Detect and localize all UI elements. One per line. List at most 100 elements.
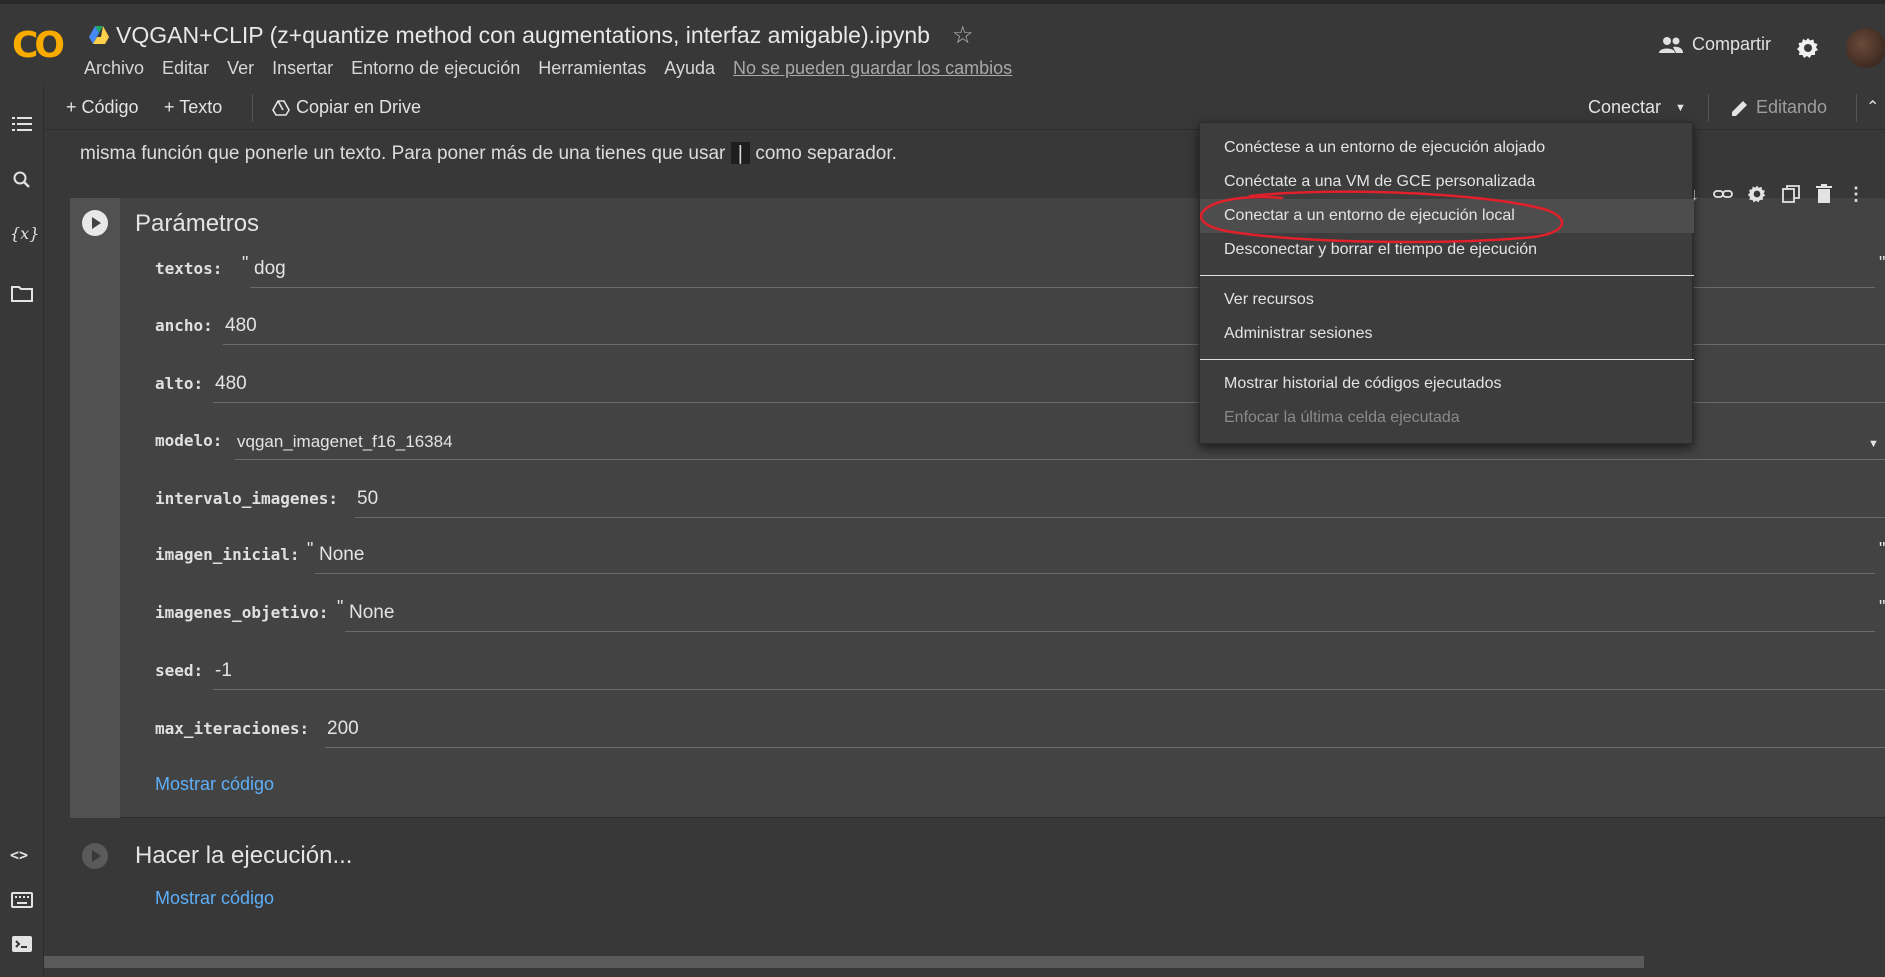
menu-editar[interactable]: Editar bbox=[162, 58, 209, 79]
menu-ver[interactable]: Ver bbox=[227, 58, 254, 79]
string-quote-icon: " bbox=[337, 597, 344, 617]
delete-icon[interactable] bbox=[1815, 184, 1833, 204]
field-label: textos: bbox=[155, 259, 223, 278]
chevron-down-icon[interactable]: ▼ bbox=[1868, 438, 1879, 450]
field-label: modelo: bbox=[155, 431, 223, 450]
colab-logo[interactable]: CO bbox=[12, 28, 66, 64]
text-after-pipe: como separador. bbox=[755, 143, 897, 164]
run-cell-2-button[interactable] bbox=[82, 843, 108, 869]
horizontal-scrollbar[interactable] bbox=[44, 956, 1644, 968]
menu-herramientas[interactable]: Herramientas bbox=[538, 58, 646, 79]
text-before-pipe: misma función que ponerle un texto. Para… bbox=[80, 143, 726, 164]
toolbar-divider-2 bbox=[1708, 94, 1709, 122]
show-code-link[interactable]: Mostrar código bbox=[155, 774, 274, 795]
input-underline bbox=[213, 689, 1885, 690]
imagen-inicial-input[interactable]: None bbox=[319, 544, 364, 566]
editing-mode-button[interactable]: Editando bbox=[1730, 97, 1827, 118]
drive-icon bbox=[89, 26, 109, 44]
user-avatar[interactable] bbox=[1846, 28, 1885, 68]
command-palette-icon[interactable] bbox=[10, 888, 34, 912]
menu-item-view-resources[interactable]: Ver recursos bbox=[1200, 283, 1694, 317]
mirror-cell-icon[interactable] bbox=[1781, 184, 1801, 204]
seed-input[interactable]: -1 bbox=[215, 660, 232, 682]
field-label: seed: bbox=[155, 661, 204, 680]
input-underline bbox=[345, 631, 1875, 632]
settings-gear-icon[interactable] bbox=[1796, 36, 1820, 60]
more-vert-icon[interactable]: ⋮ bbox=[1847, 184, 1865, 205]
star-icon[interactable]: ☆ bbox=[952, 21, 974, 50]
field-imagen-inicial: imagen_inicial: " None " bbox=[155, 534, 1885, 574]
toolbar-divider bbox=[252, 94, 253, 122]
field-label: alto: bbox=[155, 374, 204, 393]
input-underline bbox=[235, 459, 1885, 460]
title-row: VQGAN+CLIP (z+quantize method con augmen… bbox=[88, 20, 974, 50]
pencil-icon bbox=[1732, 100, 1747, 116]
string-quote-icon: " bbox=[1879, 253, 1885, 273]
menu-item-code-history[interactable]: Mostrar historial de códigos ejecutados bbox=[1200, 367, 1694, 401]
cell-gutter bbox=[70, 198, 120, 818]
intervalo-imagenes-input[interactable]: 50 bbox=[357, 488, 378, 510]
menu-bar: Archivo Editar Ver Insertar Entorno de e… bbox=[84, 58, 1030, 79]
string-quote-icon: " bbox=[1879, 539, 1885, 559]
menu-ayuda[interactable]: Ayuda bbox=[664, 58, 715, 79]
connect-dropdown-menu: Conéctese a un entorno de ejecución aloj… bbox=[1199, 122, 1694, 444]
menu-insertar[interactable]: Insertar bbox=[272, 58, 333, 79]
field-label: ancho: bbox=[155, 316, 213, 335]
table-of-contents-icon[interactable] bbox=[10, 112, 34, 136]
field-max-iteraciones: max_iteraciones: 200 bbox=[155, 708, 1885, 748]
menu-item-focus-last-cell: Enfocar la última celda ejecutada bbox=[1224, 409, 1460, 426]
inline-code-pipe: | bbox=[730, 142, 751, 164]
modelo-select[interactable]: vqgan_imagenet_f16_16384 bbox=[237, 432, 453, 452]
menu-archivo[interactable]: Archivo bbox=[84, 58, 144, 79]
top-bar: CO VQGAN+CLIP (z+quantize method con aug… bbox=[0, 0, 1885, 86]
alto-input[interactable]: 480 bbox=[215, 373, 247, 395]
variables-icon[interactable]: {x} bbox=[10, 224, 39, 248]
menu-divider bbox=[1200, 359, 1694, 360]
connect-label: Conectar bbox=[1588, 97, 1662, 117]
search-icon[interactable] bbox=[10, 168, 34, 192]
input-underline bbox=[325, 747, 1885, 748]
copy-to-drive-button[interactable]: Copiar en Drive bbox=[272, 97, 421, 118]
chevron-down-icon: ▼ bbox=[1675, 101, 1686, 114]
imagenes-objetivo-input[interactable]: None bbox=[349, 602, 394, 624]
input-underline bbox=[355, 517, 1885, 518]
notebook-title[interactable]: VQGAN+CLIP (z+quantize method con augmen… bbox=[116, 22, 930, 49]
cell-toolbar: ↓ ⋮ bbox=[1690, 184, 1865, 205]
string-quote-icon: " bbox=[307, 539, 314, 559]
field-label: imagenes_objetivo: bbox=[155, 603, 329, 622]
markdown-text: misma función que ponerle un texto. Para… bbox=[80, 142, 897, 165]
string-quote-icon: " bbox=[242, 253, 249, 273]
field-intervalo-imagenes: intervalo_imagenes: 50 bbox=[155, 478, 1885, 518]
folder-icon[interactable] bbox=[10, 282, 34, 306]
field-label: imagen_inicial: bbox=[155, 545, 300, 564]
collapse-chevron-up-icon[interactable]: ⌃ bbox=[1866, 97, 1879, 117]
run-cell-button[interactable] bbox=[82, 210, 108, 236]
ancho-input[interactable]: 480 bbox=[225, 315, 257, 337]
menu-item-hosted-runtime[interactable]: Conéctese a un entorno de ejecución aloj… bbox=[1200, 131, 1694, 165]
input-underline bbox=[315, 573, 1875, 574]
red-annotation-circle bbox=[1200, 190, 1564, 244]
field-seed: seed: -1 bbox=[155, 650, 1885, 690]
editing-label: Editando bbox=[1756, 97, 1828, 117]
cell-settings-icon[interactable] bbox=[1747, 184, 1767, 204]
max-iteraciones-input[interactable]: 200 bbox=[327, 718, 359, 740]
menu-entorno[interactable]: Entorno de ejecución bbox=[351, 58, 520, 79]
field-label: max_iteraciones: bbox=[155, 719, 310, 738]
terminal-icon[interactable] bbox=[10, 932, 34, 956]
save-warning-link[interactable]: No se pueden guardar los cambios bbox=[733, 58, 1012, 79]
link-icon[interactable] bbox=[1713, 184, 1733, 204]
field-imagenes-objetivo: imagenes_objetivo: " None " bbox=[155, 592, 1885, 632]
drive-outline-icon bbox=[272, 99, 290, 116]
share-button[interactable]: Compartir bbox=[1658, 34, 1771, 55]
menu-divider bbox=[1200, 275, 1694, 276]
cell-title: Parámetros bbox=[135, 210, 260, 237]
textos-input[interactable]: dog bbox=[254, 258, 286, 280]
menu-item-manage-sessions[interactable]: Administrar sesiones bbox=[1200, 317, 1694, 351]
add-code-button[interactable]: + Código bbox=[66, 97, 139, 118]
code-snippets-icon[interactable]: <> bbox=[10, 846, 34, 870]
add-text-button[interactable]: + Texto bbox=[164, 97, 222, 118]
show-code-link-2[interactable]: Mostrar código bbox=[155, 888, 274, 909]
connect-button[interactable]: Conectar ▼ bbox=[1588, 97, 1686, 118]
copy-to-drive-label: Copiar en Drive bbox=[296, 97, 422, 117]
share-label: Compartir bbox=[1692, 34, 1772, 54]
